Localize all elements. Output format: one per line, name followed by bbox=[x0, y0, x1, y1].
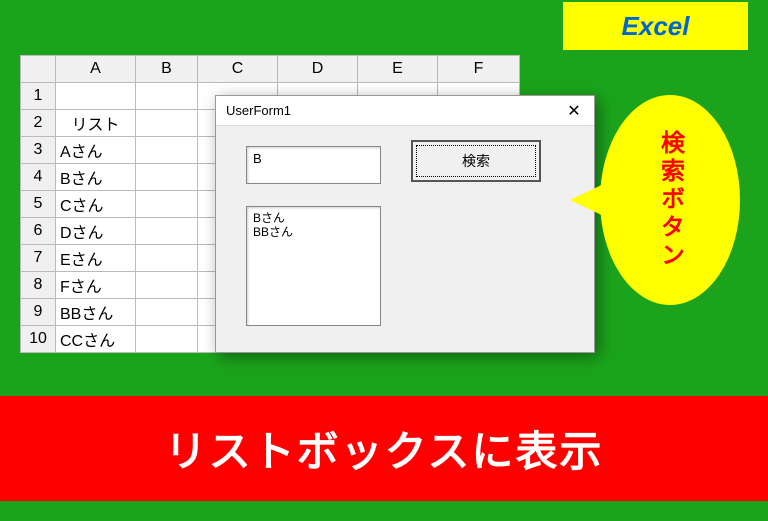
cell-a6[interactable]: Dさん bbox=[56, 218, 136, 245]
cell-b7[interactable] bbox=[136, 245, 198, 272]
search-input[interactable]: B bbox=[246, 146, 381, 184]
search-button[interactable]: 検索 bbox=[411, 140, 541, 182]
col-header-c[interactable]: C bbox=[198, 56, 278, 83]
bubble-tail bbox=[570, 180, 612, 220]
cell-a1[interactable] bbox=[56, 83, 136, 110]
close-icon: ✕ bbox=[567, 101, 580, 121]
row-header-2[interactable]: 2 bbox=[21, 110, 56, 137]
bottom-banner-text: リストボックスに表示 bbox=[165, 418, 604, 479]
excel-badge: Excel bbox=[563, 2, 748, 50]
list-item[interactable]: BBさん bbox=[253, 225, 374, 239]
col-header-d[interactable]: D bbox=[278, 56, 358, 83]
col-header-e[interactable]: E bbox=[358, 56, 438, 83]
cell-a10[interactable]: CCさん bbox=[56, 326, 136, 353]
row-header-9[interactable]: 9 bbox=[21, 299, 56, 326]
row-header-4[interactable]: 4 bbox=[21, 164, 56, 191]
col-header-b[interactable]: B bbox=[136, 56, 198, 83]
list-item[interactable]: Bさん bbox=[253, 211, 374, 225]
close-button[interactable]: ✕ bbox=[554, 96, 594, 126]
row-header-6[interactable]: 6 bbox=[21, 218, 56, 245]
cell-a2[interactable]: リスト bbox=[56, 110, 136, 137]
userform-title: UserForm1 bbox=[226, 103, 554, 118]
col-header-f[interactable]: F bbox=[438, 56, 520, 83]
bubble-text: 検索ボタン bbox=[653, 130, 688, 270]
cell-a5[interactable]: Cさん bbox=[56, 191, 136, 218]
row-header-1[interactable]: 1 bbox=[21, 83, 56, 110]
search-input-value: B bbox=[253, 151, 262, 166]
excel-badge-text: Excel bbox=[622, 11, 690, 42]
userform-titlebar[interactable]: UserForm1 ✕ bbox=[216, 96, 594, 126]
cell-b10[interactable] bbox=[136, 326, 198, 353]
cell-b2[interactable] bbox=[136, 110, 198, 137]
cell-a9[interactable]: BBさん bbox=[56, 299, 136, 326]
row-header-3[interactable]: 3 bbox=[21, 137, 56, 164]
userform-body: B 検索 Bさん BBさん bbox=[216, 126, 594, 352]
cell-b6[interactable] bbox=[136, 218, 198, 245]
row-header-5[interactable]: 5 bbox=[21, 191, 56, 218]
result-listbox[interactable]: Bさん BBさん bbox=[246, 206, 381, 326]
cell-b5[interactable] bbox=[136, 191, 198, 218]
speech-bubble: 検索ボタン bbox=[600, 95, 740, 305]
userform-window: UserForm1 ✕ B 検索 Bさん BBさん bbox=[215, 95, 595, 353]
cell-b9[interactable] bbox=[136, 299, 198, 326]
cell-b1[interactable] bbox=[136, 83, 198, 110]
row-header-10[interactable]: 10 bbox=[21, 326, 56, 353]
row-header-8[interactable]: 8 bbox=[21, 272, 56, 299]
sheet-corner[interactable] bbox=[21, 56, 56, 83]
cell-b3[interactable] bbox=[136, 137, 198, 164]
cell-a4[interactable]: Bさん bbox=[56, 164, 136, 191]
bottom-banner: リストボックスに表示 bbox=[0, 396, 768, 501]
cell-a3[interactable]: Aさん bbox=[56, 137, 136, 164]
cell-b8[interactable] bbox=[136, 272, 198, 299]
cell-a8[interactable]: Fさん bbox=[56, 272, 136, 299]
cell-b4[interactable] bbox=[136, 164, 198, 191]
cell-a7[interactable]: Eさん bbox=[56, 245, 136, 272]
bubble-oval: 検索ボタン bbox=[600, 95, 740, 305]
col-header-a[interactable]: A bbox=[56, 56, 136, 83]
row-header-7[interactable]: 7 bbox=[21, 245, 56, 272]
